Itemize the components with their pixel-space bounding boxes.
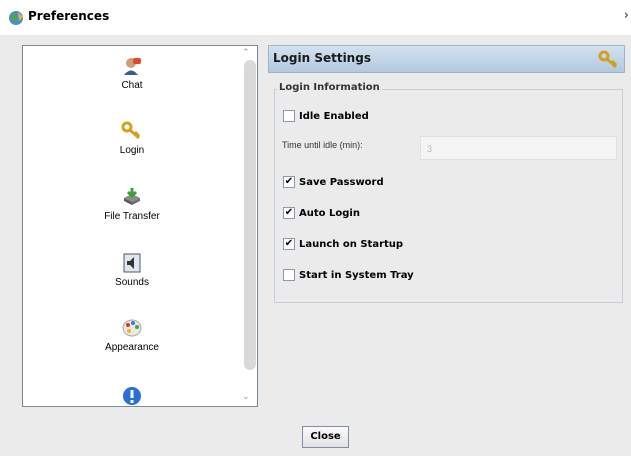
preferences-globe-icon <box>9 11 23 25</box>
save-password-checkbox[interactable]: ✔ Save Password <box>283 176 384 188</box>
start-in-tray-checkbox[interactable]: Start in System Tray <box>283 269 414 281</box>
auto-login-label: Auto Login <box>299 207 360 219</box>
idle-enabled-box[interactable] <box>283 110 295 122</box>
settings-header-title: Login Settings <box>273 51 371 65</box>
key-icon <box>598 50 618 69</box>
scroll-up-arrow-icon[interactable]: ⌃ <box>242 48 250 58</box>
file-transfer-icon <box>124 188 140 205</box>
chat-person-icon <box>124 58 141 75</box>
launch-on-startup-box[interactable]: ✔ <box>283 238 295 250</box>
title-bar: Preferences › <box>0 0 631 35</box>
auto-login-box[interactable]: ✔ <box>283 207 295 219</box>
close-button[interactable]: Close <box>302 426 349 448</box>
settings-header: Login Settings <box>268 45 625 73</box>
info-icon <box>123 387 141 405</box>
window-title: Preferences <box>28 9 110 23</box>
nav-label-chat: Chat <box>121 80 143 91</box>
scroll-down-arrow-icon[interactable]: ⌄ <box>242 392 250 402</box>
save-password-box[interactable]: ✔ <box>283 176 295 188</box>
idle-enabled-checkbox[interactable]: Idle Enabled <box>283 110 369 122</box>
nav-scrollbar[interactable] <box>244 60 256 370</box>
nav-label-appearance: Appearance <box>105 342 159 353</box>
preferences-nav-list[interactable]: Chat Login File Transfer Sounds Appearan… <box>22 45 258 407</box>
login-information-legend: Login Information <box>277 82 382 93</box>
nav-item-login[interactable]: Login <box>23 120 241 156</box>
speaker-icon <box>123 253 141 273</box>
launch-on-startup-label: Launch on Startup <box>299 238 404 250</box>
palette-icon <box>122 319 142 337</box>
nav-item-chat[interactable]: Chat <box>23 55 241 91</box>
nav-item-sounds[interactable]: Sounds <box>23 252 241 288</box>
idle-time-input[interactable]: 3 <box>420 136 617 160</box>
key-icon <box>121 121 141 140</box>
start-in-tray-label: Start in System Tray <box>299 269 414 281</box>
launch-on-startup-checkbox[interactable]: ✔ Launch on Startup <box>283 238 403 250</box>
nav-label-file-transfer: File Transfer <box>104 211 160 222</box>
nav-item-file-transfer[interactable]: File Transfer <box>23 186 241 222</box>
nav-label-sounds: Sounds <box>115 277 149 288</box>
nav-item-appearance[interactable]: Appearance <box>23 317 241 353</box>
start-in-tray-box[interactable] <box>283 269 295 281</box>
save-password-label: Save Password <box>299 176 384 188</box>
nav-label-login: Login <box>119 145 145 156</box>
nav-item-advanced[interactable] <box>23 385 241 407</box>
close-window-icon[interactable]: › <box>624 8 629 23</box>
idle-time-label: Time until idle (min): <box>282 140 363 150</box>
auto-login-checkbox[interactable]: ✔ Auto Login <box>283 207 360 219</box>
idle-enabled-label: Idle Enabled <box>299 110 369 122</box>
